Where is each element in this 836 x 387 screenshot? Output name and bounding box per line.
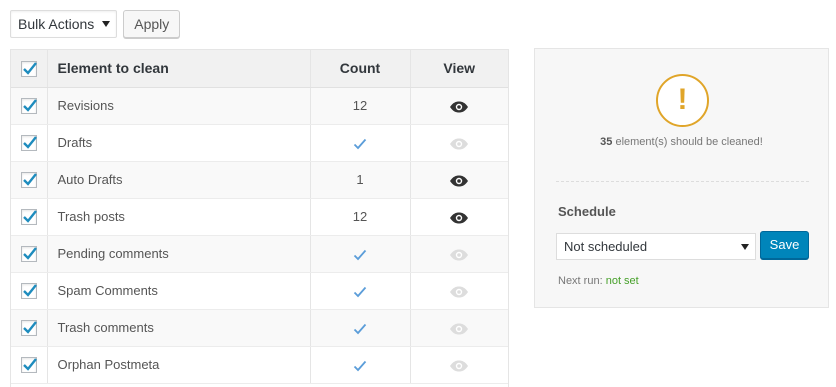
row-checkbox[interactable] — [20, 134, 37, 151]
next-run-label: Next run: — [558, 275, 603, 287]
check-icon — [353, 283, 367, 298]
element-name: Auto Drafts — [47, 161, 311, 199]
column-header-view: View — [410, 50, 508, 88]
element-count: 1 — [310, 161, 411, 199]
view-cell — [410, 346, 508, 384]
row-checkbox-cell — [11, 346, 48, 384]
row-checkbox[interactable] — [20, 319, 37, 336]
eye-icon — [449, 357, 469, 372]
apply-button[interactable]: Apply — [123, 10, 181, 38]
cleanup-summary-text: 35 element(s) should be cleaned! — [535, 136, 828, 148]
element-name: Drafts — [47, 124, 311, 162]
view-cell — [410, 198, 508, 236]
view-cell — [410, 124, 508, 162]
table-row: Auto Drafts 1 — [11, 161, 508, 199]
view-cell — [410, 161, 508, 199]
table-row: Drafts — [11, 124, 508, 162]
element-name: Trash posts — [47, 198, 311, 236]
check-icon — [353, 135, 367, 150]
dropdown-caret-icon — [102, 21, 111, 27]
row-checkbox[interactable] — [20, 171, 37, 188]
exclamation-icon: ! — [656, 74, 709, 127]
checkmark-icon — [22, 247, 37, 260]
save-button[interactable]: Save — [760, 231, 809, 259]
row-checkbox[interactable] — [20, 245, 37, 262]
table-row: Orphan Postmeta — [11, 346, 508, 384]
view-cell — [410, 235, 508, 273]
bulk-actions-bar: Bulk Actions Apply — [10, 10, 181, 38]
checkmark-icon — [22, 99, 37, 112]
bulk-actions-value: Bulk Actions — [18, 16, 95, 32]
next-run-info: Next run: not set — [558, 275, 639, 287]
select-all-cell — [11, 50, 48, 88]
table-row: Spam Comments — [11, 272, 508, 310]
row-checkbox-cell — [11, 198, 48, 236]
total-count: 35 — [600, 136, 613, 148]
row-checkbox-cell — [11, 124, 48, 162]
row-checkbox-cell — [11, 309, 48, 347]
row-checkbox[interactable] — [20, 282, 37, 299]
element-count — [310, 309, 411, 347]
checkmark-icon — [22, 62, 37, 75]
schedule-select[interactable]: Not scheduled — [556, 233, 756, 260]
row-checkbox-cell — [11, 235, 48, 273]
element-count — [310, 346, 411, 384]
bulk-actions-select[interactable]: Bulk Actions — [10, 10, 118, 38]
element-name: Trash comments — [47, 309, 311, 347]
eye-icon[interactable] — [449, 98, 469, 113]
eye-icon[interactable] — [449, 209, 469, 224]
select-all-checkbox[interactable] — [20, 60, 37, 77]
column-header-count[interactable]: Count — [310, 50, 411, 88]
view-cell — [410, 272, 508, 310]
view-cell — [410, 309, 508, 347]
divider — [556, 181, 809, 182]
eye-icon — [449, 135, 469, 150]
element-count: 12 — [310, 87, 411, 125]
view-cell — [410, 87, 508, 125]
element-count: 12 — [310, 198, 411, 236]
row-checkbox[interactable] — [20, 356, 37, 373]
checkmark-icon — [22, 358, 37, 371]
checkmark-icon — [22, 173, 37, 186]
count-value: 1 — [356, 172, 364, 187]
element-name: Spam Comments — [47, 272, 311, 310]
eye-icon[interactable] — [449, 172, 469, 187]
schedule-value: Not scheduled — [564, 239, 648, 254]
element-count — [310, 272, 411, 310]
next-run-value: not set — [605, 275, 639, 287]
row-checkbox-cell — [11, 87, 48, 125]
element-name: Pending comments — [47, 235, 311, 273]
checkmark-icon — [22, 136, 37, 149]
schedule-heading: Schedule — [558, 204, 616, 219]
element-name: Orphan Postmeta — [47, 346, 311, 384]
check-icon — [353, 357, 367, 372]
element-count — [310, 124, 411, 162]
checkmark-icon — [22, 210, 37, 223]
cleanup-summary-panel: ! 35 element(s) should be cleaned! Sched… — [534, 48, 829, 308]
table-row: Trash comments — [11, 309, 508, 347]
eye-icon — [449, 246, 469, 261]
table-row: Revisions 12 — [11, 87, 508, 125]
row-checkbox-cell — [11, 272, 48, 310]
row-checkbox[interactable] — [20, 97, 37, 114]
eye-icon — [449, 283, 469, 298]
eye-icon — [449, 320, 469, 335]
row-checkbox-cell — [11, 161, 48, 199]
check-icon — [353, 246, 367, 261]
count-value: 12 — [352, 209, 368, 224]
summary-message: element(s) should be cleaned! — [615, 136, 763, 148]
count-value: 12 — [352, 98, 368, 113]
checkmark-icon — [22, 321, 37, 334]
table-header-row: Element to clean Count View — [11, 50, 508, 88]
dropdown-caret-icon — [741, 244, 749, 250]
column-header-element[interactable]: Element to clean — [47, 50, 311, 88]
table-row: Trash posts 12 — [11, 198, 508, 236]
row-checkbox[interactable] — [20, 208, 37, 225]
table-row: Pending comments — [11, 235, 508, 273]
element-count — [310, 235, 411, 273]
check-icon — [353, 320, 367, 335]
cleanup-table: Element to clean Count View Revisions 12 D… — [10, 49, 509, 387]
checkmark-icon — [22, 284, 37, 297]
element-name: Revisions — [47, 87, 311, 125]
